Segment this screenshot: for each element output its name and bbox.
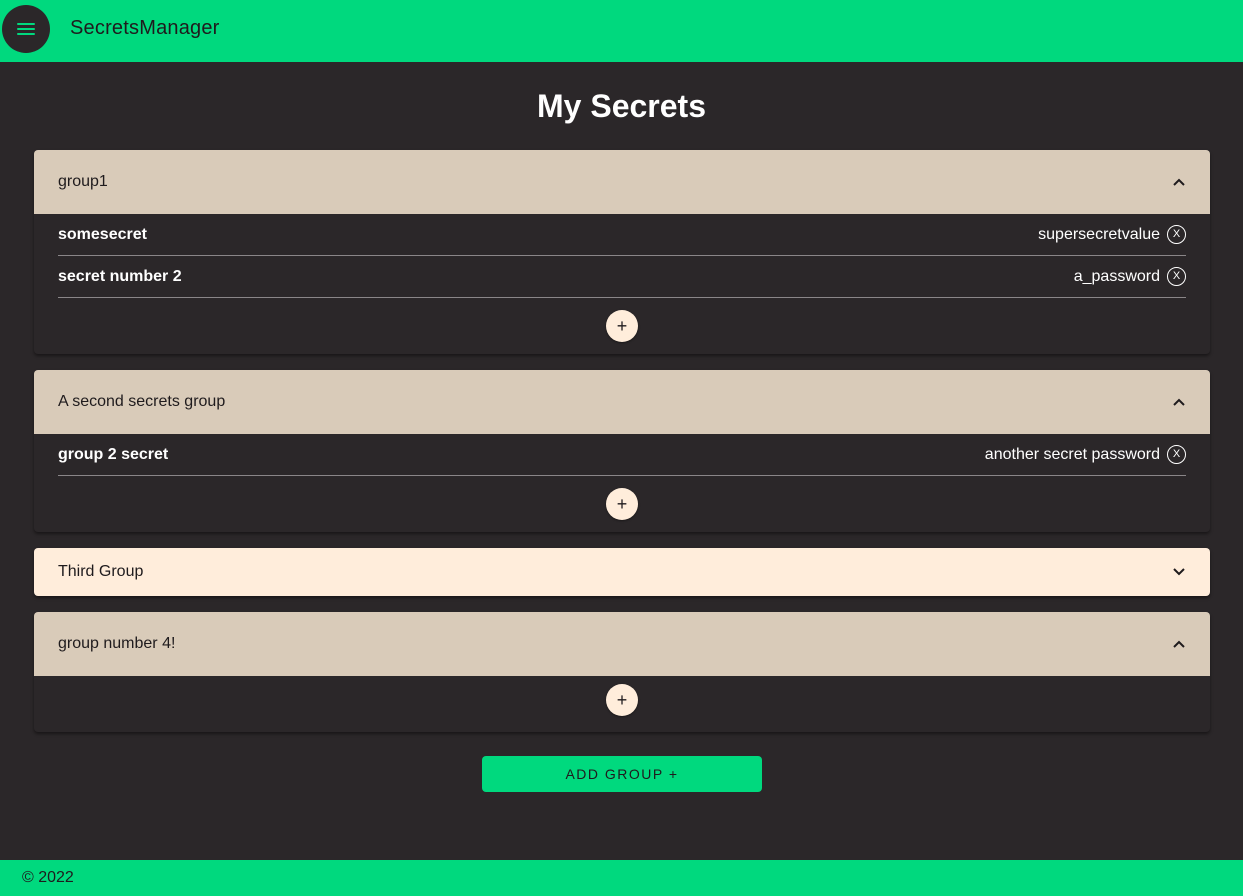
remove-secret-button[interactable]: X [1167, 445, 1186, 464]
secret-row: secret number 2 a_password X [58, 256, 1186, 298]
chevron-up-icon [1172, 637, 1186, 651]
add-secret-button[interactable]: + [606, 684, 638, 716]
group-name: group1 [58, 173, 108, 190]
secret-name: group 2 secret [58, 445, 169, 463]
secret-name: secret number 2 [58, 267, 182, 285]
page-title: My Secrets [537, 88, 706, 124]
group-header[interactable]: A second secrets group [34, 370, 1210, 434]
app-title: SecretsManager [70, 17, 220, 39]
group-body: somesecret supersecretvalue X secret num… [34, 214, 1210, 354]
footer: © 2022 [0, 860, 1243, 896]
secret-value: supersecretvalue [1038, 225, 1160, 243]
secret-value: another secret password [984, 445, 1160, 463]
group-name: Third Group [58, 563, 144, 580]
plus-icon: + [616, 315, 628, 336]
group-body: + [34, 676, 1210, 724]
secret-group: group1 somesecret supersecretvalue X sec… [34, 150, 1210, 354]
plus-icon: + [616, 689, 628, 710]
secret-value: a_password [1073, 267, 1160, 285]
group-header[interactable]: Third Group [34, 548, 1210, 596]
group-body: group 2 secret another secret password X… [34, 434, 1210, 532]
close-circle-icon: X [1172, 228, 1181, 240]
app-bar: SecretsManager [0, 0, 1243, 62]
add-secret-button[interactable]: + [606, 310, 638, 342]
menu-button[interactable] [2, 5, 50, 53]
copyright-text: © 2022 [22, 869, 74, 886]
remove-secret-button[interactable]: X [1167, 267, 1186, 286]
chevron-up-icon [1172, 395, 1186, 409]
secret-group: Third Group [34, 548, 1210, 596]
secret-row: group 2 secret another secret password X [58, 434, 1186, 476]
group-name: A second secrets group [58, 393, 226, 410]
close-circle-icon: X [1172, 448, 1181, 460]
group-header[interactable]: group number 4! [34, 612, 1210, 676]
secret-name: somesecret [58, 225, 147, 243]
secret-group: A second secrets group group 2 secret an… [34, 370, 1210, 532]
group-header[interactable]: group1 [34, 150, 1210, 214]
plus-icon: + [616, 493, 628, 514]
group-name: group number 4! [58, 635, 176, 652]
remove-secret-button[interactable]: X [1167, 225, 1186, 244]
menu-icon [17, 23, 35, 35]
close-circle-icon: X [1172, 270, 1181, 282]
secret-row: somesecret supersecretvalue X [58, 214, 1186, 256]
add-group-button[interactable]: ADD GROUP + [482, 756, 762, 792]
add-secret-button[interactable]: + [606, 488, 638, 520]
chevron-down-icon [1172, 565, 1186, 579]
secret-group: group number 4! + [34, 612, 1210, 732]
chevron-up-icon [1172, 175, 1186, 189]
